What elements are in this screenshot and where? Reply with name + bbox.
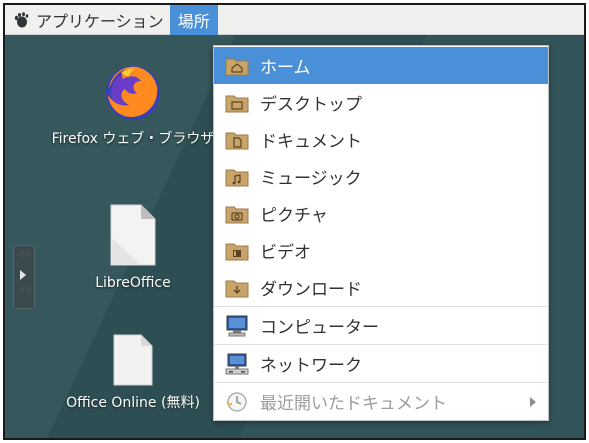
top-panel: アプリケーション 場所	[5, 5, 584, 35]
folder-desktop-icon	[224, 92, 250, 114]
folder-pictures-icon	[224, 203, 250, 225]
gnome-foot-icon	[13, 11, 29, 28]
applications-menu-label: アプリケーション	[36, 11, 164, 31]
desktop-icon-office-online[interactable]: Office Online (無料)	[23, 333, 243, 413]
menu-item-label: 最近開いたドキュメント	[260, 394, 447, 414]
submenu-arrow-icon	[530, 397, 536, 407]
screen-frame: Firefox ウェブ・ブラウザ LibreOffice Office Onli…	[3, 3, 586, 440]
firefox-icon	[106, 66, 160, 120]
desktop-icon-label: Firefox ウェブ・ブラウザ	[51, 131, 215, 147]
menu-item-label: ミュージック	[260, 169, 362, 189]
folder-home-icon	[224, 55, 250, 77]
menu-item-label: ドキュメント	[260, 132, 362, 152]
menu-item-label: ホーム	[260, 58, 311, 78]
menu-item-network[interactable]: ネットワーク	[214, 345, 548, 382]
document-icon	[113, 334, 153, 386]
desktop-icon-label: LibreOffice	[95, 275, 171, 291]
menu-item-label: ダウンロード	[260, 280, 362, 300]
menu-item-label: デスクトップ	[260, 95, 362, 115]
menu-item-music[interactable]: ミュージック	[214, 158, 548, 195]
network-icon	[224, 353, 250, 375]
places-menu: ホーム デスクトップ ドキュメント ミュージック ピクチャ ビデオ ダウンロード…	[213, 45, 549, 421]
menu-item-label: ピクチャ	[260, 206, 328, 226]
places-menu-label: 場所	[177, 11, 210, 31]
desktop-icon-label: Office Online (無料)	[66, 395, 200, 411]
menu-item-documents[interactable]: ドキュメント	[214, 121, 548, 158]
menu-item-desktop[interactable]: デスクトップ	[214, 84, 548, 121]
applications-menu-button[interactable]: アプリケーション	[5, 5, 170, 35]
desktop-icon-firefox[interactable]: Firefox ウェブ・ブラウザ	[43, 59, 223, 149]
folder-documents-icon	[224, 129, 250, 151]
places-menu-button[interactable]: 場所	[169, 5, 218, 35]
expand-arrow-icon	[20, 270, 26, 280]
folder-music-icon	[224, 166, 250, 188]
menu-item-home[interactable]: ホーム	[214, 47, 548, 84]
folder-download-icon	[224, 277, 250, 299]
folder-videos-icon	[224, 240, 250, 262]
grip-dots-top: ⋮⋮	[20, 251, 32, 258]
computer-icon	[224, 315, 250, 337]
menu-item-pictures[interactable]: ピクチャ	[214, 195, 548, 232]
side-panel-handle[interactable]: ⋮⋮ ⋮⋮	[13, 245, 35, 309]
menu-item-label: ネットワーク	[260, 356, 362, 376]
grip-dots-bottom: ⋮⋮	[20, 285, 32, 292]
menu-item-recent-documents[interactable]: 最近開いたドキュメント	[214, 383, 548, 420]
menu-item-computer[interactable]: コンピューター	[214, 307, 548, 344]
desktop-icon-libreoffice[interactable]: LibreOffice	[43, 203, 223, 293]
menu-item-downloads[interactable]: ダウンロード	[214, 269, 548, 306]
menu-item-label: コンピューター	[260, 318, 379, 338]
menu-item-label: ビデオ	[260, 243, 311, 263]
menu-item-videos[interactable]: ビデオ	[214, 232, 548, 269]
libreoffice-icon	[110, 204, 156, 266]
recent-clock-icon	[224, 391, 250, 413]
